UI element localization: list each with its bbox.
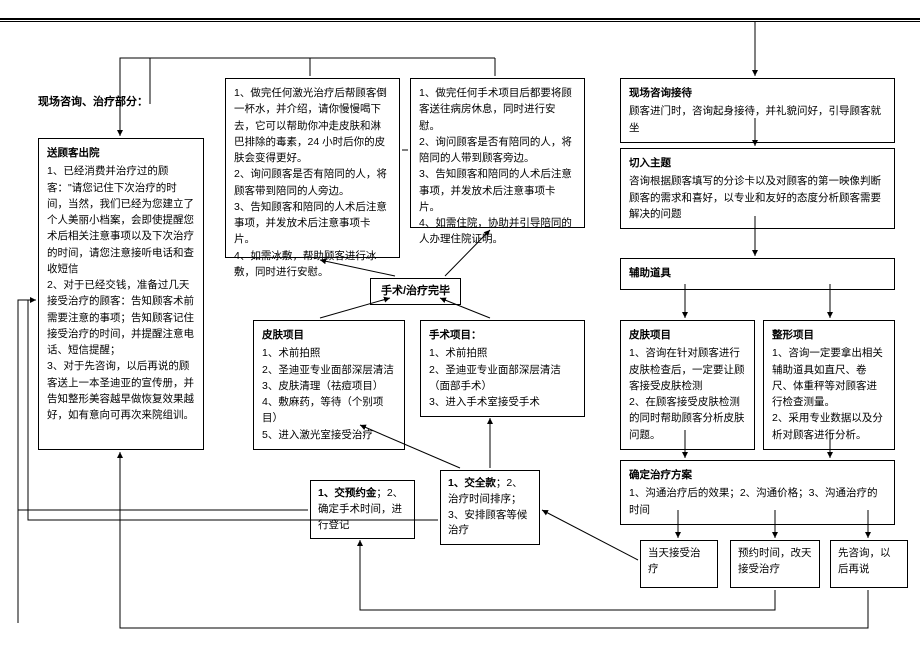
done-label: 手术/治疗完毕 — [370, 278, 461, 305]
pay-full-box: 1、交全款；2、治疗时间排序；3、安排顾客等候治疗 — [440, 470, 540, 545]
plan-title: 确定治疗方案 — [629, 467, 886, 483]
laser-aftercare-box: 1、做完任何激光治疗后帮顾客倒一杯水，并介绍，请你慢慢喝下去，它可以帮助你冲走皮… — [225, 78, 400, 258]
reception-box: 现场咨询接待 顾客进门时，咨询起身接待，并礼貌问好，引导顾客就坐 — [620, 78, 895, 143]
surgery-aftercare-box: 1、做完任何手术项目后都要将顾客送往病房休息，同时进行安慰。 2、询问顾客是否有… — [410, 78, 585, 228]
plastic-right-title: 整形项目 — [772, 327, 886, 343]
discharge-title: 送顾客出院 — [47, 145, 195, 161]
opt-later-text: 预约时间，改天接受治疗 — [738, 547, 812, 575]
topic-title: 切入主题 — [629, 155, 886, 171]
skin-right-body: 1、咨询在针对顾客进行皮肤检查后，一定要让顾客接受皮肤检测 2、在顾客接受皮肤检… — [629, 345, 746, 443]
surg-proj-box: 手术项目： 1、术前拍照 2、圣迪亚专业面部深层清洁（面部手术） 3、进入手术室… — [420, 320, 585, 417]
skin-right-box: 皮肤项目 1、咨询在针对顾客进行皮肤检查后，一定要让顾客接受皮肤检测 2、在顾客… — [620, 320, 755, 450]
aux-box: 辅助道具 — [620, 258, 895, 290]
opt-later-box: 预约时间，改天接受治疗 — [730, 540, 820, 588]
plastic-right-box: 整形项目 1、咨询一定要拿出相关辅助道具如直尺、卷尺、体重秤等对顾客进行检查测量… — [763, 320, 895, 450]
surg-proj-body: 1、术前拍照 2、圣迪亚专业面部深层清洁（面部手术） 3、进入手术室接受手术 — [429, 345, 576, 410]
deposit-head: 1、交预约金 — [318, 487, 376, 499]
opt-now-text: 当天接受治疗 — [648, 547, 701, 575]
reception-title: 现场咨询接待 — [629, 85, 886, 101]
reception-body: 顾客进门时，咨询起身接待，并礼貌问好，引导顾客就坐 — [629, 103, 886, 136]
topic-body: 咨询根据顾客填写的分诊卡以及对顾客的第一映像判断顾客的需求和喜好，以专业和友好的… — [629, 173, 886, 222]
plan-body: 1、沟通治疗后的效果；2、沟通价格；3、沟通治疗的时间 — [629, 485, 886, 518]
topic-box: 切入主题 咨询根据顾客填写的分诊卡以及对顾客的第一映像判断顾客的需求和喜好，以专… — [620, 148, 895, 229]
discharge-body: 1、已经消费并治疗过的顾客："请您记住下次治疗的时间，当然，我们已经为您建立了个… — [47, 163, 195, 423]
top-rule — [0, 18, 920, 22]
opt-now-box: 当天接受治疗 — [640, 540, 718, 588]
opt-consult-box: 先咨询，以后再说 — [830, 540, 908, 588]
plan-box: 确定治疗方案 1、沟通治疗后的效果；2、沟通价格；3、沟通治疗的时间 — [620, 460, 895, 525]
surgery-aftercare-body: 1、做完任何手术项目后都要将顾客送往病房休息，同时进行安慰。 2、询问顾客是否有… — [419, 85, 576, 248]
opt-consult-text: 先咨询，以后再说 — [838, 547, 891, 575]
skin-proj-title: 皮肤项目 — [262, 327, 396, 343]
skin-proj-body: 1、术前拍照 2、圣迪亚专业面部深层清洁 3、皮肤清理（祛痘项目） 4、敷麻药，… — [262, 345, 396, 443]
section-label: 现场咨询、治疗部分： — [38, 94, 148, 111]
surg-proj-title: 手术项目： — [429, 327, 576, 343]
laser-aftercare-body: 1、做完任何激光治疗后帮顾客倒一杯水，并介绍，请你慢慢喝下去，它可以帮助你冲走皮… — [234, 85, 391, 280]
skin-proj-box: 皮肤项目 1、术前拍照 2、圣迪亚专业面部深层清洁 3、皮肤清理（祛痘项目） 4… — [253, 320, 405, 450]
pay-deposit-box: 1、交预约金；2、确定手术时间，进行登记 — [310, 480, 415, 539]
plastic-right-body: 1、咨询一定要拿出相关辅助道具如直尺、卷尺、体重秤等对顾客进行检查测量。 2、采… — [772, 345, 886, 443]
discharge-box: 送顾客出院 1、已经消费并治疗过的顾客："请您记住下次治疗的时间，当然，我们已经… — [38, 138, 204, 450]
skin-right-title: 皮肤项目 — [629, 327, 746, 343]
full-head: 1、交全款 — [448, 477, 496, 489]
aux-title: 辅助道具 — [629, 265, 886, 281]
